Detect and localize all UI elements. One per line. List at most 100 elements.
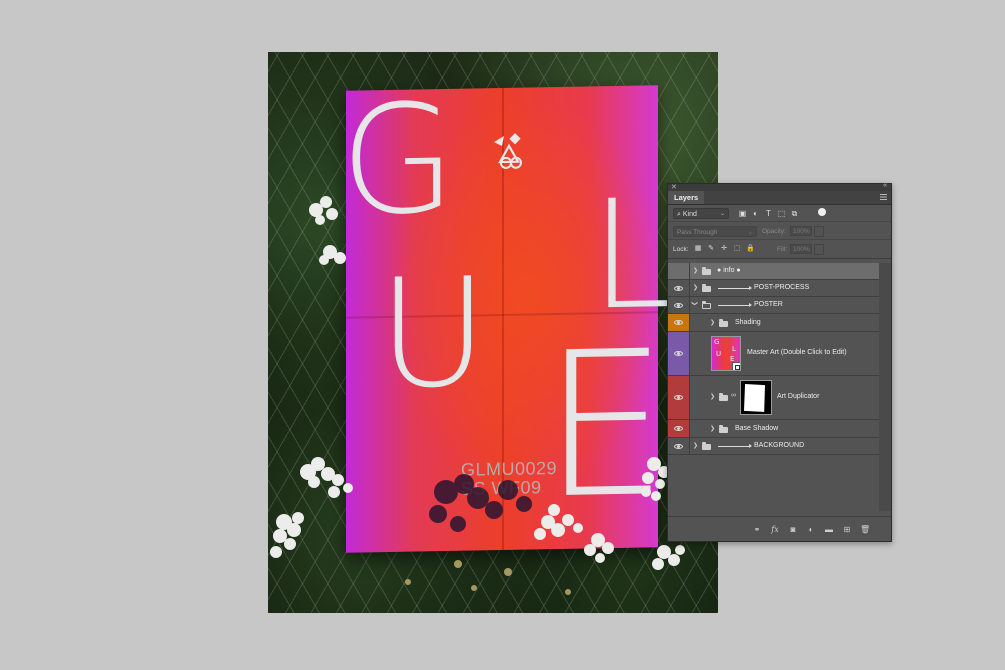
visibility-toggle[interactable]: [668, 297, 690, 313]
tab-layers[interactable]: Layers: [668, 191, 705, 204]
search-icon: ⌕: [677, 211, 681, 218]
lock-position-icon[interactable]: ✛: [720, 245, 728, 253]
chevron-right-icon[interactable]: ❯: [693, 442, 698, 449]
eye-icon: [674, 395, 683, 400]
lock-all-icon[interactable]: 🔒: [746, 245, 755, 253]
fx-icon[interactable]: fx: [770, 525, 780, 534]
thumbnail-letter-u: U: [716, 350, 722, 358]
blend-row: Pass Through ⌄ Opacity: 100%: [668, 222, 891, 240]
folder-open-icon: [702, 301, 711, 309]
thumbnail-letter-g: G: [714, 338, 720, 346]
folder-icon: [719, 319, 728, 327]
smart-object-badge-icon: [732, 362, 740, 370]
visibility-toggle[interactable]: [668, 332, 690, 375]
layer-name: ● info ●: [717, 267, 741, 274]
filter-adjustment-icon[interactable]: ◐: [751, 209, 760, 218]
close-panel-icon[interactable]: ✕: [671, 183, 677, 191]
new-group-icon[interactable]: ▬: [824, 525, 834, 534]
panel-tabbar: Layers: [668, 191, 891, 205]
blend-mode-dropdown[interactable]: Pass Through ⌄: [673, 226, 757, 237]
fill-field[interactable]: 100%: [790, 244, 812, 254]
poster-code-text: GLMU0029 SS WF09: [461, 458, 557, 499]
layers-scrollbar[interactable]: [879, 263, 891, 511]
eye-icon: [674, 303, 683, 308]
smart-object-thumbnail[interactable]: G L U E: [711, 336, 741, 371]
poster-letter-e: E: [542, 308, 669, 544]
arrow-separator: [718, 444, 752, 448]
panel-title-strip: ✕ «: [668, 182, 891, 191]
eye-icon: [674, 444, 683, 449]
add-mask-icon[interactable]: ◙: [788, 525, 798, 534]
filter-toggle-icon[interactable]: [818, 208, 826, 216]
filter-kind-label: Kind: [682, 211, 697, 218]
folder-icon: [719, 393, 728, 401]
filter-smart-object-icon[interactable]: ⧉: [790, 209, 799, 218]
lock-transparent-icon[interactable]: ▦: [694, 245, 702, 253]
visibility-toggle[interactable]: [668, 420, 690, 437]
poster-letter-u: U: [378, 246, 488, 423]
panel-menu-icon[interactable]: [880, 194, 887, 200]
layer-row-background[interactable]: ❯ BACKGROUND: [668, 438, 879, 455]
opacity-field[interactable]: 100%: [790, 226, 812, 236]
layer-row-poster[interactable]: ❯ POSTER: [668, 297, 879, 314]
layer-name: Art Duplicator: [777, 393, 820, 400]
arrow-separator: [718, 303, 752, 307]
visibility-toggle[interactable]: [668, 263, 690, 279]
layer-row-master-art[interactable]: G L U E Master Art (Double Click to Edit…: [668, 332, 879, 376]
poster-mockup-photo: G L U E GLMU0029 SS WF09: [268, 52, 718, 613]
chevron-right-icon[interactable]: ❯: [710, 319, 715, 326]
eye-icon: [674, 426, 683, 431]
thumbnail-letter-l: L: [732, 345, 736, 353]
collapse-panel-icon[interactable]: «: [883, 182, 887, 189]
glue-poster: G L U E GLMU0029 SS WF09: [340, 73, 674, 553]
layer-row-info[interactable]: ❯ ● info ●: [668, 263, 879, 280]
layer-row-art-duplicator[interactable]: ❯ ∞ Art Duplicator: [668, 376, 879, 420]
filter-shape-icon[interactable]: ⬚: [777, 209, 786, 218]
lock-image-icon[interactable]: ✎: [707, 245, 715, 253]
layer-name: POSTER: [754, 301, 783, 308]
poster-code-line2: SS WF09: [461, 477, 542, 499]
opacity-label: Opacity:: [762, 228, 786, 235]
layer-row-base-shadow[interactable]: ❯ Base Shadow: [668, 420, 879, 438]
layer-mask-thumbnail[interactable]: [740, 380, 772, 415]
fill-slider-toggle[interactable]: [814, 244, 824, 255]
opacity-slider-toggle[interactable]: [814, 226, 824, 237]
filter-kind-dropdown[interactable]: ⌕ Kind ⌄: [673, 208, 729, 219]
layer-name: Base Shadow: [735, 425, 779, 432]
poster-logo-icon: [494, 133, 522, 169]
visibility-toggle[interactable]: [668, 438, 690, 454]
adjustment-layer-icon[interactable]: ◐: [806, 525, 816, 534]
chevron-right-icon[interactable]: ❯: [710, 425, 715, 432]
visibility-toggle[interactable]: [668, 314, 690, 331]
folder-icon: [702, 284, 711, 292]
trash-icon[interactable]: 🗑: [860, 525, 870, 534]
layers-list: ❯ ● info ● ❯ POST-PROCESS ❯ POSTER ❯ Sha…: [668, 263, 879, 511]
layer-row-post-process[interactable]: ❯ POST-PROCESS: [668, 280, 879, 297]
layer-name: Master Art (Double Click to Edit): [747, 349, 847, 356]
layer-name: Shading: [735, 319, 761, 326]
lock-label: Lock:: [673, 246, 689, 253]
lock-artboard-icon[interactable]: ⬚: [733, 245, 741, 253]
new-layer-icon[interactable]: ⊞: [842, 525, 852, 534]
layer-name: POST-PROCESS: [754, 284, 810, 291]
layer-name: BACKGROUND: [754, 442, 805, 449]
visibility-toggle[interactable]: [668, 280, 690, 296]
poster-letter-g: G: [340, 72, 457, 249]
chevron-right-icon[interactable]: ❯: [710, 393, 715, 400]
link-layers-icon[interactable]: ⚭: [752, 525, 762, 534]
filter-pixel-icon[interactable]: ▣: [738, 209, 747, 218]
visibility-toggle[interactable]: [668, 376, 690, 419]
filter-row: ⌕ Kind ⌄ ▣ ◐ T ⬚ ⧉: [668, 205, 891, 222]
filter-type-icon[interactable]: T: [764, 209, 773, 218]
eye-icon: [674, 351, 683, 356]
link-icon[interactable]: ∞: [731, 392, 736, 399]
chevron-right-icon[interactable]: ❯: [693, 284, 698, 291]
eye-icon: [674, 320, 683, 325]
layer-row-shading[interactable]: ❯ Shading: [668, 314, 879, 332]
panel-footer: ⚭ fx ◙ ◐ ▬ ⊞ 🗑: [668, 516, 891, 541]
chevron-right-icon[interactable]: ❯: [693, 267, 698, 274]
chevron-down-icon[interactable]: ❯: [691, 301, 698, 306]
blend-mode-value: Pass Through: [677, 229, 718, 236]
lock-row: Lock: ▦ ✎ ✛ ⬚ 🔒 Fill: 100%: [668, 240, 891, 259]
chevron-down-icon: ⌄: [747, 229, 753, 236]
